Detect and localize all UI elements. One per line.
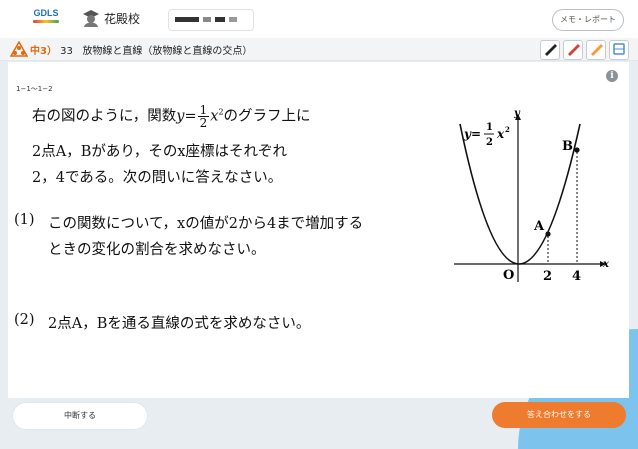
memo-report-button[interactable]: メモ・レポート <box>552 9 624 31</box>
equation-frac-den: 2 <box>486 137 493 148</box>
question-1-line-1: この関数について，xの値が2から4まで増加する <box>48 216 364 232</box>
red-pen-button[interactable] <box>563 40 583 60</box>
grade-label: 中3） <box>30 46 57 57</box>
eraser-button[interactable] <box>609 40 629 60</box>
problem-id: 1−1〜1−2 <box>16 85 53 93</box>
point-a <box>545 231 551 237</box>
black-pen-button[interactable] <box>540 40 560 60</box>
question-1-label: (1) <box>14 212 35 228</box>
highlighter-button[interactable] <box>586 40 606 60</box>
equation-frac-num: 1 <box>486 122 493 133</box>
parabola-graph: y x O A B 2 4 y= 1 2 x 2 <box>454 108 610 284</box>
intro-fraction: 12 <box>197 104 210 130</box>
point-b-label: B <box>562 139 573 154</box>
footer-bar: 中断する 答え合わせをする <box>0 398 638 449</box>
y-axis-label: y <box>513 108 521 119</box>
category-icon <box>10 41 28 57</box>
tick-label-2: 2 <box>543 269 552 284</box>
question-2-label: (2) <box>14 312 35 328</box>
black-pen-icon <box>545 44 557 56</box>
gdls-logo: GDLS <box>30 8 62 30</box>
check-answer-button[interactable]: 答え合わせをする <box>492 402 626 428</box>
question-2-text: 2点A，Bを通る直線の式を求めなさい。 <box>48 316 311 332</box>
problem-content: 1−1〜1−2 i 右の図のように，関数y= 1 2 x2のグラフ上に 2点A，Bがあ… <box>8 62 629 398</box>
eraser-icon <box>613 43 625 55</box>
highlighter-icon <box>591 44 603 56</box>
info-icon[interactable]: i <box>606 70 618 82</box>
red-pen-icon <box>568 44 580 56</box>
intro-frac-den: 2 <box>199 116 208 130</box>
user-name-redacted <box>168 9 254 31</box>
equation-exponent: 2 <box>505 125 510 134</box>
problem-title: 放物線と直線（放物線と直線の交点） <box>82 46 253 57</box>
question-1-line-2: ときの変化の割合を求めなさい。 <box>48 242 266 258</box>
intro-line-1: 右の図のように，関数y= 1 2 x2のグラフ上に <box>32 103 311 130</box>
school-icon <box>83 10 99 27</box>
intro-eq-lhs: y= <box>176 108 197 125</box>
point-b <box>574 147 580 153</box>
problem-number: 33 <box>60 46 73 57</box>
app-header: GDLS 花殿校 メモ・レポート <box>0 0 638 38</box>
intro-line-1-post: のグラフ上に <box>223 108 311 125</box>
school-name: 花殿校 <box>104 12 141 26</box>
intro-line-1-pre: 右の図のように，関数 <box>32 108 177 125</box>
page-title: 中3） 33 放物線と直線（放物線と直線の交点） <box>30 42 252 57</box>
pause-button[interactable]: 中断する <box>12 402 148 430</box>
point-a-label: A <box>533 219 545 234</box>
logo-text: GDLS <box>33 8 59 18</box>
equation-lhs: y= <box>463 127 481 141</box>
intro-line-3: 2，4である。次の問いに答えなさい。 <box>32 170 283 186</box>
intro-line-2: 2点A，Bがあり，そのx座標はそれぞれ <box>32 144 288 160</box>
origin-label: O <box>503 268 514 283</box>
tick-label-4: 4 <box>572 269 581 284</box>
equation-var: x <box>496 127 505 141</box>
x-axis-label: x <box>602 259 610 270</box>
